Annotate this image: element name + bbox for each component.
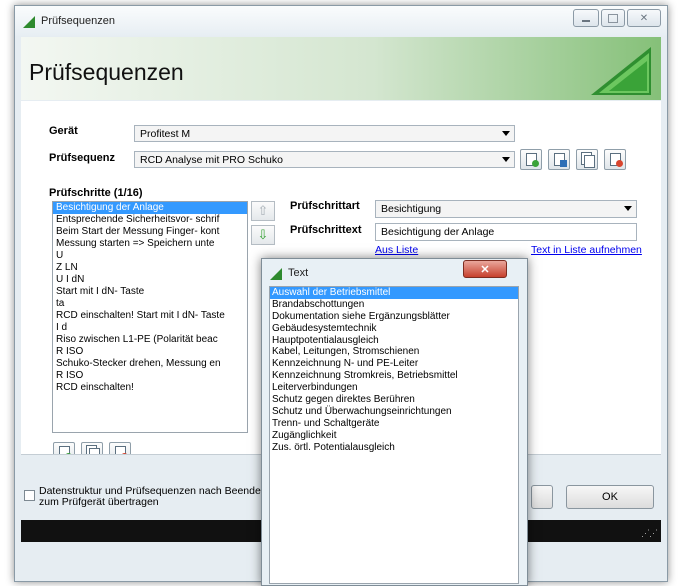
- list-item[interactable]: Kennzeichnung Stromkreis, Betriebsmittel: [270, 370, 518, 382]
- add-to-list-link[interactable]: Text in Liste aufnehmen: [531, 244, 642, 256]
- list-item[interactable]: Trenn- und Schaltgeräte: [270, 418, 518, 430]
- list-item[interactable]: Hauptpotentialausgleich: [270, 335, 518, 347]
- maximize-button[interactable]: [601, 9, 625, 27]
- text-popup-window: Text ✕ Auswahl der Betriebsmittel Branda…: [261, 258, 528, 586]
- list-item[interactable]: Kabel, Leitungen, Stromschienen: [270, 346, 518, 358]
- list-item[interactable]: Kennzeichnung N- und PE-Leiter: [270, 358, 518, 370]
- chevron-down-icon: [502, 131, 510, 136]
- resize-grip-icon[interactable]: ⋰⋰: [641, 528, 658, 539]
- step-text-label: Prüfschrittext: [290, 224, 362, 236]
- device-label: Gerät: [49, 125, 78, 137]
- step-type-select[interactable]: Besichtigung: [375, 200, 637, 218]
- arrow-up-icon: ⇧: [257, 203, 269, 218]
- transfer-checkbox-label: Datenstruktur und Prüfsequenzen nach Bee…: [39, 485, 267, 508]
- list-item[interactable]: Riso zwischen L1-PE (Polarität beac: [53, 334, 247, 346]
- edit-sequence-button[interactable]: [548, 149, 570, 170]
- list-item[interactable]: Beim Start der Messung Finger- kont: [53, 226, 247, 238]
- list-item[interactable]: Schutz gegen direktes Berühren: [270, 394, 518, 406]
- transfer-checkbox[interactable]: [24, 490, 35, 501]
- list-item[interactable]: Z LN: [53, 262, 247, 274]
- minimize-icon: [582, 20, 590, 22]
- cancel-button-partial[interactable]: [531, 485, 553, 509]
- close-button[interactable]: ✕: [627, 9, 661, 27]
- list-item[interactable]: Auswahl der Betriebsmittel: [270, 287, 518, 299]
- list-item[interactable]: U: [53, 250, 247, 262]
- step-text-input[interactable]: Besichtigung der Anlage: [375, 223, 637, 241]
- list-item[interactable]: Gebäudesystemtechnik: [270, 323, 518, 335]
- title-bar[interactable]: Prüfsequenzen ✕: [15, 6, 667, 36]
- list-item[interactable]: Schutz und Überwachungseinrichtungen: [270, 406, 518, 418]
- list-item[interactable]: U I dN: [53, 274, 247, 286]
- from-list-link[interactable]: Aus Liste: [375, 244, 418, 256]
- steps-heading: Prüfschritte (1/16): [49, 187, 143, 199]
- sequence-label: Prüfsequenz: [49, 152, 116, 164]
- close-icon: ✕: [480, 263, 490, 276]
- delete-icon: [616, 160, 623, 167]
- minimize-button[interactable]: [573, 9, 599, 27]
- edit-icon: [560, 160, 567, 167]
- page-title: Prüfsequenzen: [29, 59, 184, 85]
- list-item[interactable]: RCD einschalten!: [53, 382, 247, 394]
- sequence-select[interactable]: RCD Analyse mit PRO Schuko: [134, 151, 515, 168]
- text-list[interactable]: Auswahl der Betriebsmittel Brandabschott…: [269, 286, 519, 584]
- arrow-down-icon: ⇩: [257, 227, 269, 242]
- copy-sequence-button[interactable]: [576, 149, 598, 170]
- app-logo-icon: [23, 16, 35, 28]
- header-banner: Prüfsequenzen: [21, 37, 661, 100]
- chevron-down-icon: [502, 157, 510, 162]
- list-item[interactable]: Start mit I dN- Taste: [53, 286, 247, 298]
- list-item[interactable]: Schuko-Stecker drehen, Messung en: [53, 358, 247, 370]
- list-item[interactable]: ta: [53, 298, 247, 310]
- maximize-icon: [608, 13, 618, 23]
- delete-sequence-button[interactable]: [604, 149, 626, 170]
- device-select[interactable]: Profitest M: [134, 125, 515, 142]
- step-type-label: Prüfschrittart: [290, 200, 360, 212]
- move-up-button[interactable]: ⇧: [251, 201, 275, 221]
- device-select-value: Profitest M: [140, 128, 191, 140]
- move-down-button[interactable]: ⇩: [251, 225, 275, 245]
- popup-title: Text: [288, 267, 309, 279]
- brand-logo-icon: [591, 47, 651, 95]
- copy-icon: [584, 155, 595, 168]
- list-item[interactable]: Entsprechende Sicherheitsvor- schrif: [53, 214, 247, 226]
- list-item[interactable]: Leiterverbindungen: [270, 382, 518, 394]
- list-item[interactable]: R ISO: [53, 346, 247, 358]
- list-item[interactable]: Besichtigung der Anlage: [53, 202, 247, 214]
- window-title: Prüfsequenzen: [41, 15, 115, 27]
- new-sequence-button[interactable]: [520, 149, 542, 170]
- list-item[interactable]: RCD einschalten! Start mit I dN- Taste: [53, 310, 247, 322]
- list-item[interactable]: Brandabschottungen: [270, 299, 518, 311]
- list-item[interactable]: Messung starten => Speichern unte: [53, 238, 247, 250]
- close-icon: ✕: [639, 12, 649, 24]
- list-item[interactable]: Dokumentation siehe Ergänzungsblätter: [270, 311, 518, 323]
- chevron-down-icon: [624, 206, 632, 211]
- sequence-select-value: RCD Analyse mit PRO Schuko: [140, 154, 283, 166]
- steps-list[interactable]: Besichtigung der Anlage Entsprechende Si…: [52, 201, 248, 433]
- popup-close-button[interactable]: ✕: [463, 260, 507, 278]
- step-type-value: Besichtigung: [381, 203, 442, 215]
- list-item[interactable]: Zus. örtl. Potentialausgleich: [270, 442, 518, 454]
- app-logo-icon: [270, 268, 282, 280]
- list-item[interactable]: I d: [53, 322, 247, 334]
- add-icon: [532, 160, 539, 167]
- list-item[interactable]: R ISO: [53, 370, 247, 382]
- list-item[interactable]: Zugänglichkeit: [270, 430, 518, 442]
- ok-button[interactable]: OK: [566, 485, 654, 509]
